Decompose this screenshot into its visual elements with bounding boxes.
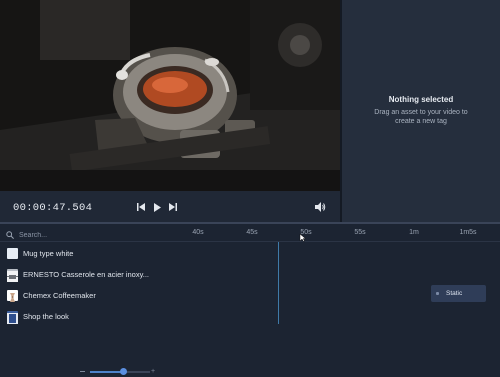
mouse-cursor-icon [299, 233, 306, 242]
volume-icon [314, 202, 325, 212]
play-button[interactable] [151, 201, 163, 213]
empty-state: Nothing selected Drag an asset to your v… [342, 95, 500, 126]
track-row[interactable]: ERNESTO Casserole en acier inoxy... [0, 264, 500, 284]
chemex-icon [10, 292, 15, 302]
player-controls: 00:00:47.504 [0, 191, 340, 222]
search-input[interactable] [19, 231, 139, 239]
track-label: ERNESTO Casserole en acier inoxy... [23, 269, 150, 279]
track-label: Chemex Coffeemaker [23, 290, 96, 300]
zoom-in-icon[interactable]: + [151, 368, 155, 375]
empty-state-title: Nothing selected [388, 95, 454, 104]
ruler-baseline [0, 241, 500, 242]
video-frame[interactable] [0, 0, 340, 191]
product-thumbnail [7, 268, 18, 282]
playhead[interactable] [278, 242, 279, 324]
ruler-label: 1m5s [459, 229, 477, 236]
ruler-label: 40s [192, 229, 204, 236]
timeline: 40s 45s 50s 55s 1m 1m5s Mug type white E… [0, 224, 500, 377]
video-still [0, 0, 340, 191]
timeline-clip[interactable]: Static [431, 285, 486, 302]
clip-label: Static [446, 290, 463, 297]
skip-back-icon [137, 203, 145, 211]
track-label: Mug type white [23, 248, 74, 258]
volume-button[interactable] [314, 201, 326, 213]
product-thumbnail [7, 247, 18, 259]
ruler-label: 45s [246, 229, 258, 236]
tag-details-panel: Nothing selected Drag an asset to your v… [342, 0, 500, 222]
search-icon [6, 231, 14, 239]
ruler-label: 1m [409, 229, 419, 236]
track-row[interactable]: Shop the look [0, 306, 500, 326]
drag-handle-icon[interactable] [436, 292, 439, 295]
skip-forward-button[interactable] [167, 201, 179, 213]
product-thumbnail [7, 289, 18, 302]
shop-the-look-icon [7, 312, 18, 324]
skip-back-button[interactable] [135, 201, 147, 213]
video-player: 00:00:47.504 [0, 0, 340, 222]
product-thumbnail [7, 310, 18, 324]
zoom-slider[interactable]: + [78, 367, 158, 377]
zoom-knob[interactable] [119, 368, 127, 375]
empty-state-subtitle: Drag an asset to your video to create a … [374, 109, 468, 125]
zoom-out-icon[interactable] [80, 371, 85, 372]
track-row[interactable]: Mug type white [0, 243, 500, 263]
play-icon [154, 202, 161, 212]
ruler-label: 55s [354, 229, 366, 236]
track-row[interactable]: Chemex Coffeemaker [0, 285, 500, 305]
zoom-fill [90, 371, 123, 373]
skip-forward-icon [169, 203, 177, 211]
track-label: Shop the look [23, 311, 69, 321]
casserole-icon [7, 270, 18, 282]
timecode-display: 00:00:47.504 [13, 202, 93, 214]
search-box [6, 228, 156, 242]
